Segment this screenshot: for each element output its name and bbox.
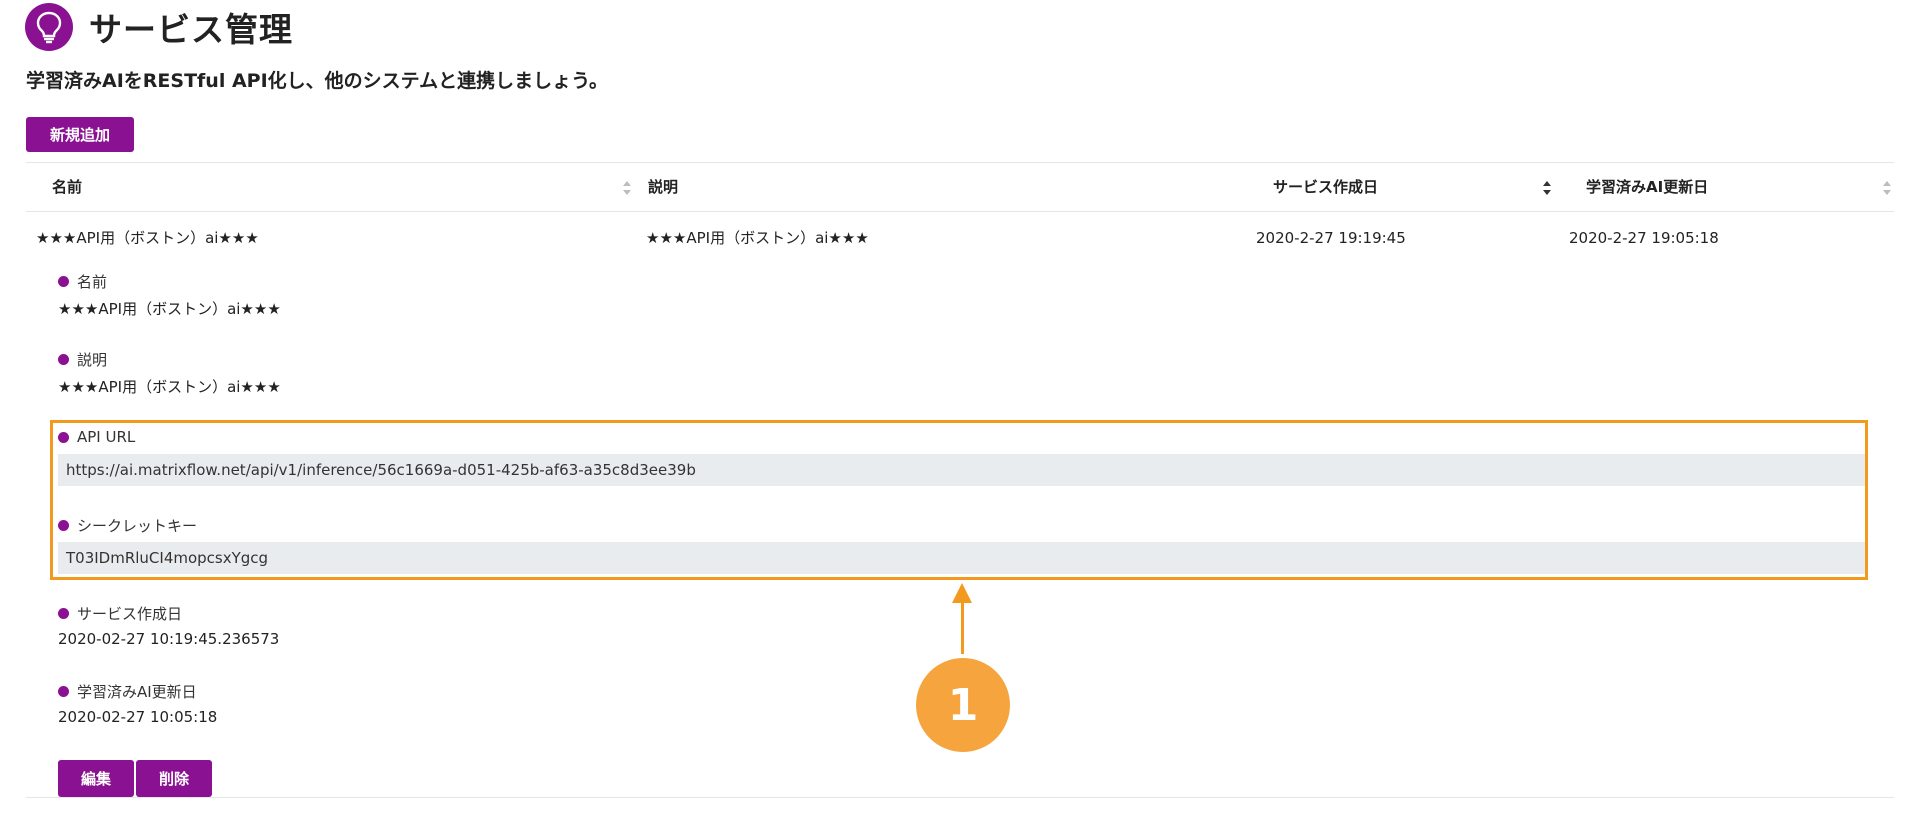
sort-icon[interactable] — [622, 180, 632, 196]
lightbulb-icon — [25, 3, 73, 51]
table-header: 名前 説明 サービス作成日 学習済みAI更新日 — [26, 162, 1894, 212]
arrow-line — [961, 596, 964, 654]
detail-description-label: 説明 — [77, 350, 108, 369]
ai-updated-label: 学習済みAI更新日 — [77, 682, 197, 701]
row-actions: 編集 削除 — [58, 760, 212, 797]
lightbulb-icon-svg — [36, 11, 62, 44]
row-created: 2020-2-27 19:19:45 — [1256, 229, 1406, 247]
add-new-button[interactable]: 新規追加 — [26, 117, 134, 152]
sort-icon-active[interactable] — [1542, 180, 1552, 196]
services-table: 名前 説明 サービス作成日 学習済みAI更新日 ★★★API用（ボストン）ai★… — [26, 162, 1894, 265]
row-name: ★★★API用（ボストン）ai★★★ — [36, 229, 259, 247]
bullet-icon — [58, 275, 69, 287]
table-row[interactable]: ★★★API用（ボストン）ai★★★ ★★★API用（ボストン）ai★★★ 20… — [26, 212, 1894, 265]
row-updated: 2020-2-27 19:05:18 — [1569, 229, 1719, 247]
row-description: ★★★API用（ボストン）ai★★★ — [646, 229, 869, 247]
page-header: サービス管理 — [25, 3, 293, 51]
detail-name: 名前 ★★★API用（ボストン）ai★★★ — [58, 270, 1868, 320]
bullet-icon — [58, 685, 69, 697]
highlight-box — [50, 420, 1868, 580]
page-subtitle: 学習済みAIをRESTful API化し、他のシステムと連携しましょう。 — [26, 70, 608, 92]
divider — [26, 797, 1894, 798]
bullet-icon — [58, 353, 69, 365]
edit-button[interactable]: 編集 — [58, 760, 134, 797]
page-title: サービス管理 — [89, 10, 293, 49]
column-header-description[interactable]: 説明 — [648, 163, 678, 211]
bullet-icon — [58, 607, 69, 619]
detail-description-value: ★★★API用（ボストン）ai★★★ — [58, 378, 281, 396]
service-management-page: サービス管理 学習済みAIをRESTful API化し、他のシステムと連携しまし… — [0, 0, 1918, 825]
callout-badge: 1 — [916, 658, 1010, 752]
service-created-label: サービス作成日 — [77, 604, 183, 623]
detail-name-label: 名前 — [77, 272, 108, 291]
delete-button[interactable]: 削除 — [136, 760, 212, 797]
column-header-ai-updated[interactable]: 学習済みAI更新日 — [1586, 163, 1708, 211]
detail-description: 説明 ★★★API用（ボストン）ai★★★ — [58, 348, 1868, 398]
column-header-service-created[interactable]: サービス作成日 — [1273, 163, 1378, 211]
sort-icon[interactable] — [1882, 180, 1892, 196]
column-header-name[interactable]: 名前 — [52, 163, 82, 211]
detail-name-value: ★★★API用（ボストン）ai★★★ — [58, 300, 281, 318]
